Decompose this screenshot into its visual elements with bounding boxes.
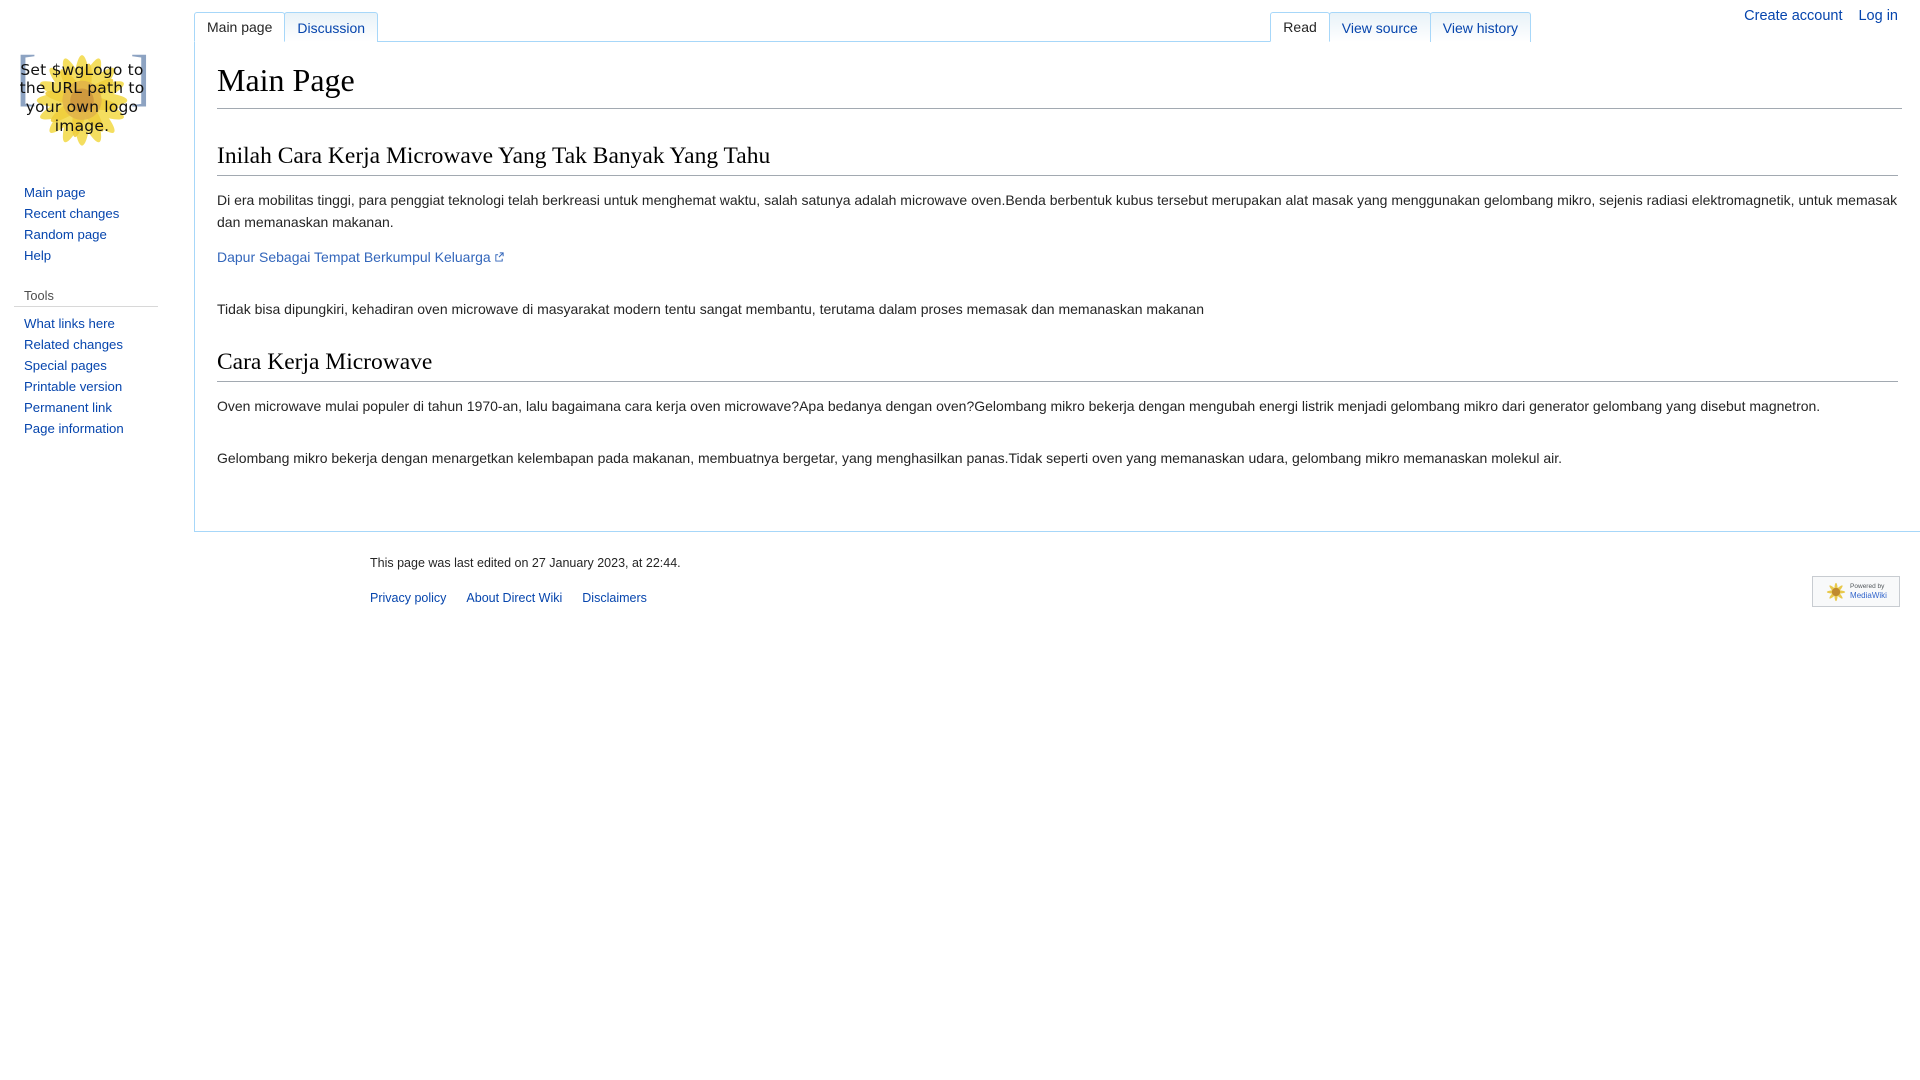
tab-discussion[interactable]: Discussion (284, 12, 379, 42)
view-tabs: Read View source View history (1270, 12, 1531, 42)
page-title: Main Page (217, 60, 1902, 109)
tab-read[interactable]: Read (1270, 12, 1330, 42)
tab-main-page-label: Main page (207, 19, 273, 35)
section-1-paragraph-2: Tidak bisa dipungkiri, kehadiran oven mi… (217, 301, 1204, 318)
sidebar-navigation-list: Main page Recent changes Random page Hel… (0, 178, 176, 266)
mediawiki-wordmark: MediaWiki (1850, 591, 1887, 601)
tab-view-history[interactable]: View history (1429, 12, 1531, 42)
tab-view-history-label: View history (1442, 19, 1518, 36)
powered-by-mediawiki-badge[interactable]: Powered by MediaWiki (1812, 576, 1900, 607)
logo-placeholder-text: Set $wgLogo to the URL path to your own … (19, 60, 145, 135)
footer-link-disclaimers[interactable]: Disclaimers (582, 591, 647, 605)
section-2-paragraph-1: Oven microwave mulai populer di tahun 19… (217, 398, 1821, 415)
sidebar-link-permanent-link[interactable]: Permanent link (24, 400, 112, 415)
sidebar-item-what-links-here[interactable]: What links here (24, 313, 176, 334)
content-area: Main Page Inilah Cara Kerja Microwave Ya… (194, 42, 1920, 532)
external-link-icon (495, 252, 504, 262)
sidebar-link-random-page[interactable]: Random page (24, 227, 107, 242)
sidebar-item-recent-changes[interactable]: Recent changes (24, 203, 176, 224)
section-1-paragraph-1: Di era mobilitas tinggi, para penggiat t… (217, 192, 1898, 231)
footer-link-about[interactable]: About Direct Wiki (466, 591, 562, 605)
page-body: Main page Discussion Read View source Vi… (176, 0, 1920, 1080)
footer-icons: Powered by MediaWiki (1812, 576, 1900, 607)
sidebar-link-related-changes[interactable]: Related changes (24, 337, 123, 352)
sidebar-item-main-page[interactable]: Main page (24, 182, 176, 203)
mediawiki-sunflower-icon (1826, 582, 1846, 601)
sidebar-item-help[interactable]: Help (24, 245, 176, 266)
section-1-external-link-paragraph: Dapur Sebagai Tempat Berkumpul Keluarga (217, 246, 1898, 268)
powered-by-label: Powered by (1850, 582, 1885, 590)
sidebar-link-page-information[interactable]: Page information (24, 421, 124, 436)
footer-item-disclaimers[interactable]: Disclaimers (582, 591, 647, 605)
wiki-logo[interactable]: [ ] Set $wgLogo to the URL path to your … (2, 18, 162, 178)
tab-bar: Main page Discussion Read View source Vi… (176, 0, 1920, 42)
sidebar-link-help[interactable]: Help (24, 248, 51, 263)
sidebar-panel: [ ] Set $wgLogo to the URL path to your … (0, 0, 176, 457)
sidebar-item-random-page[interactable]: Random page (24, 224, 176, 245)
tab-view-source[interactable]: View source (1328, 12, 1431, 42)
footer-links: Privacy policy About Direct Wiki Disclai… (370, 591, 1900, 605)
section-heading-1: Inilah Cara Kerja Microwave Yang Tak Ban… (217, 141, 1898, 177)
sidebar-item-related-changes[interactable]: Related changes (24, 334, 176, 355)
footer-item-about[interactable]: About Direct Wiki (466, 591, 562, 605)
sidebar-link-recent-changes[interactable]: Recent changes (24, 206, 119, 221)
personal-tools: Create account Log in (1744, 8, 1898, 24)
login-link[interactable]: Log in (1858, 8, 1898, 24)
sidebar-portal-tools-heading: Tools (14, 284, 158, 307)
footer-last-edited: This page was last edited on 27 January … (370, 556, 681, 570)
sidebar-portal-navigation: Main page Recent changes Random page Hel… (0, 178, 176, 266)
tab-view-source-label: View source (1341, 19, 1418, 36)
tab-main-page[interactable]: Main page (194, 12, 286, 42)
footer-item-privacy[interactable]: Privacy policy (370, 591, 446, 605)
footer: This page was last edited on 27 January … (370, 554, 1920, 607)
sidebar-link-special-pages[interactable]: Special pages (24, 358, 107, 373)
section-2-paragraph-2: Gelombang mikro bekerja dengan menargetk… (217, 450, 1563, 467)
article-body: Inilah Cara Kerja Microwave Yang Tak Ban… (217, 109, 1920, 470)
sidebar-item-printable-version[interactable]: Printable version (24, 376, 176, 397)
sidebar-portal-tools: Tools What links here Related changes Sp… (0, 284, 176, 439)
section-heading-2: Cara Kerja Microwave (217, 347, 1898, 383)
sidebar-tools-list: What links here Related changes Special … (0, 309, 176, 439)
sidebar-item-special-pages[interactable]: Special pages (24, 355, 176, 376)
sidebar-link-main-page[interactable]: Main page (24, 185, 86, 200)
sidebar-item-page-information[interactable]: Page information (24, 418, 176, 439)
create-account-link[interactable]: Create account (1744, 8, 1842, 24)
footer-link-privacy-policy[interactable]: Privacy policy (370, 591, 446, 605)
sidebar-link-what-links-here[interactable]: What links here (24, 316, 115, 331)
sidebar-link-printable-version[interactable]: Printable version (24, 379, 122, 394)
tab-discussion-label: Discussion (297, 19, 366, 36)
sidebar-item-permanent-link[interactable]: Permanent link (24, 397, 176, 418)
namespace-tabs: Main page Discussion (194, 12, 379, 42)
external-link-dapur[interactable]: Dapur Sebagai Tempat Berkumpul Keluarga (217, 249, 491, 265)
tab-read-label: Read (1283, 19, 1317, 35)
